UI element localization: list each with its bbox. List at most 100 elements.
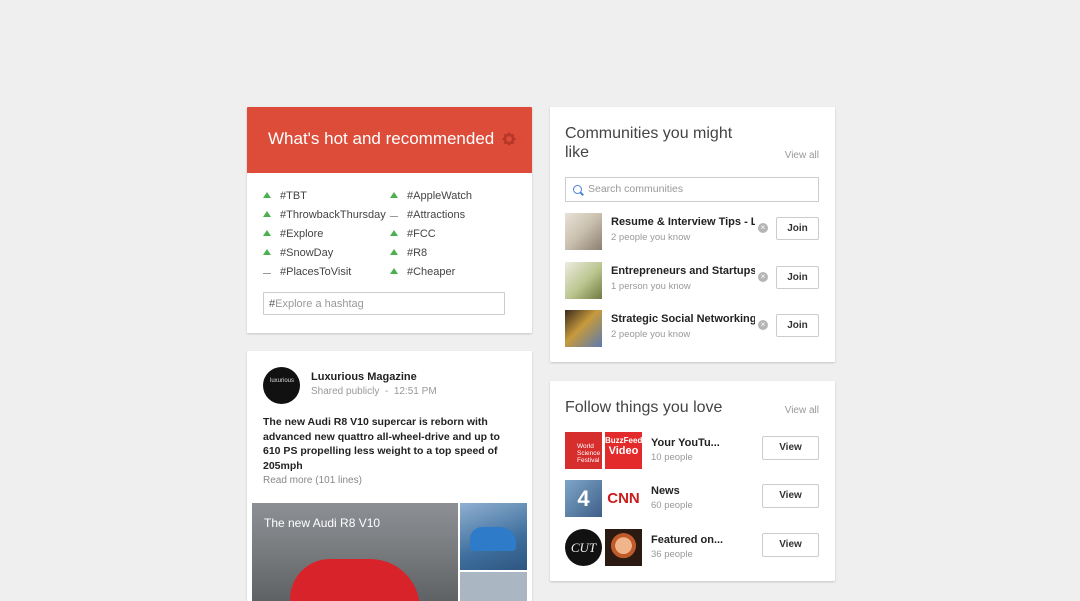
trend-item[interactable]: #Explore [263,228,323,244]
gear-icon[interactable] [502,132,516,146]
community-name[interactable]: Resume & Interview Tips - Li [611,216,755,228]
community-row[interactable]: Resume & Interview Tips - Li 2 people yo… [565,213,820,251]
follow-row[interactable]: 4 CNN News 60 people View [565,480,820,518]
search-communities-input[interactable]: Search communities [565,177,819,202]
featured-avatar [605,529,642,566]
logo-text: CUT [570,540,597,555]
post-author[interactable]: Luxurious Magazine [311,371,417,383]
trend-flat-icon [390,208,400,220]
follow-logos: 4 CNN [565,480,643,517]
the-cut-logo: CUT [565,529,602,566]
trend-item[interactable]: #AppleWatch [390,190,472,206]
view-button[interactable]: View [762,533,819,557]
nbc4-logo: 4 [565,480,602,517]
post-image-main[interactable]: The new Audi R8 V10 [252,503,458,601]
view-all-link[interactable]: View all [785,150,819,161]
trend-tag: #Cheaper [407,266,456,278]
follow-sub: 60 people [651,500,693,511]
dismiss-icon[interactable]: × [758,272,768,282]
community-name[interactable]: Strategic Social Networking [611,313,755,325]
trend-tag: #Explore [280,228,324,240]
cnn-logo: CNN [605,480,642,517]
trend-item[interactable]: #SnowDay [263,247,333,263]
hashtag-search-input[interactable]: #Explore a hashtag [263,292,505,315]
post-card: luxurious Luxurious Magazine Shared publ… [247,351,532,601]
trend-up-icon [263,227,273,239]
meta-separator: - [384,386,389,397]
hot-recommended-card: What's hot and recommended #TBT #Throwba… [247,107,532,333]
communities-title-line1: Communities you might [565,125,733,142]
trend-item[interactable]: #Cheaper [390,266,455,282]
trend-up-icon [263,208,273,220]
trend-up-icon [263,246,273,258]
post-image-side[interactable] [460,503,527,570]
read-more-link[interactable]: Read more (101 lines) [263,475,362,486]
logo-text: CNN [607,490,640,507]
avatar-text: luxurious [270,378,295,384]
follow-name[interactable]: News [651,485,680,497]
logo-text: World Science Festival [577,443,601,464]
logo-text: BuzzFeed [605,436,643,445]
join-button[interactable]: Join [776,314,819,337]
follow-name[interactable]: Your YouTu... [651,437,720,449]
hot-title: What's hot and recommended [268,129,495,148]
trend-up-icon [390,265,400,277]
join-button[interactable]: Join [776,266,819,289]
follow-logos: World Science Festival BuzzFeed Video [565,432,643,469]
post-text: The new Audi R8 V10 supercar is reborn w… [263,416,500,472]
trend-item[interactable]: #R8 [390,247,427,263]
trend-tag: #PlacesToVisit [280,266,352,278]
follow-row[interactable]: World Science Festival BuzzFeed Video You… [565,432,820,470]
follow-sub: 10 people [651,452,693,463]
dismiss-icon[interactable]: × [758,223,768,233]
join-button[interactable]: Join [776,217,819,240]
trend-tag: #SnowDay [280,247,334,259]
post-visibility[interactable]: Shared publicly [311,386,379,397]
image-caption: The new Audi R8 V10 [264,516,381,530]
view-button[interactable]: View [762,436,819,460]
trend-item[interactable]: #TBT [263,190,307,206]
trend-tag: #FCC [407,228,436,240]
community-sub: 2 people you know [611,329,691,340]
logo-text: 4 [577,486,590,511]
trend-up-icon [390,189,400,201]
avatar[interactable]: luxurious [263,367,300,404]
follow-sub: 36 people [651,549,693,560]
trend-item[interactable]: #FCC [390,228,436,244]
community-sub: 1 person you know [611,281,691,292]
community-name[interactable]: Entrepreneurs and Startups [611,265,755,277]
follow-name[interactable]: Featured on... [651,534,723,546]
community-sub: 2 people you know [611,232,691,243]
hot-header: What's hot and recommended [247,107,532,173]
search-icon [573,185,582,194]
world-science-festival-logo: World Science Festival [565,432,602,469]
view-all-link[interactable]: View all [785,405,819,416]
trend-up-icon [390,246,400,258]
community-thumbnail [565,213,602,250]
post-meta: Shared publicly - 12:51 PM [311,386,437,397]
trend-up-icon [390,227,400,239]
post-image-side[interactable] [460,572,527,601]
community-row[interactable]: Strategic Social Networking 2 people you… [565,310,820,348]
trend-up-icon [263,189,273,201]
follow-row[interactable]: CUT Featured on... 36 people View [565,529,820,567]
communities-title: Communities you might like [565,124,732,162]
trend-item[interactable]: #Attractions [390,209,465,225]
search-placeholder: Search communities [588,183,684,195]
trend-tag: #R8 [407,247,428,259]
post-time[interactable]: 12:51 PM [394,386,437,397]
trend-item[interactable]: #PlacesToVisit [263,266,351,282]
buzzfeed-video-logo: BuzzFeed Video [605,432,642,469]
logo-text: Video [608,445,639,457]
dismiss-icon[interactable]: × [758,320,768,330]
trend-item[interactable]: #ThrowbackThursday [263,209,386,225]
hashtag-placeholder: Explore a hashtag [275,298,364,310]
car-image [290,559,420,601]
trend-tag: #TBT [280,190,307,202]
trend-tag: #Attractions [407,209,466,221]
trend-flat-icon [263,265,273,277]
follow-card: Follow things you love View all World Sc… [550,381,835,581]
view-button[interactable]: View [762,484,819,508]
community-row[interactable]: Entrepreneurs and Startups 1 person you … [565,262,820,300]
trend-tag: #AppleWatch [407,190,473,202]
